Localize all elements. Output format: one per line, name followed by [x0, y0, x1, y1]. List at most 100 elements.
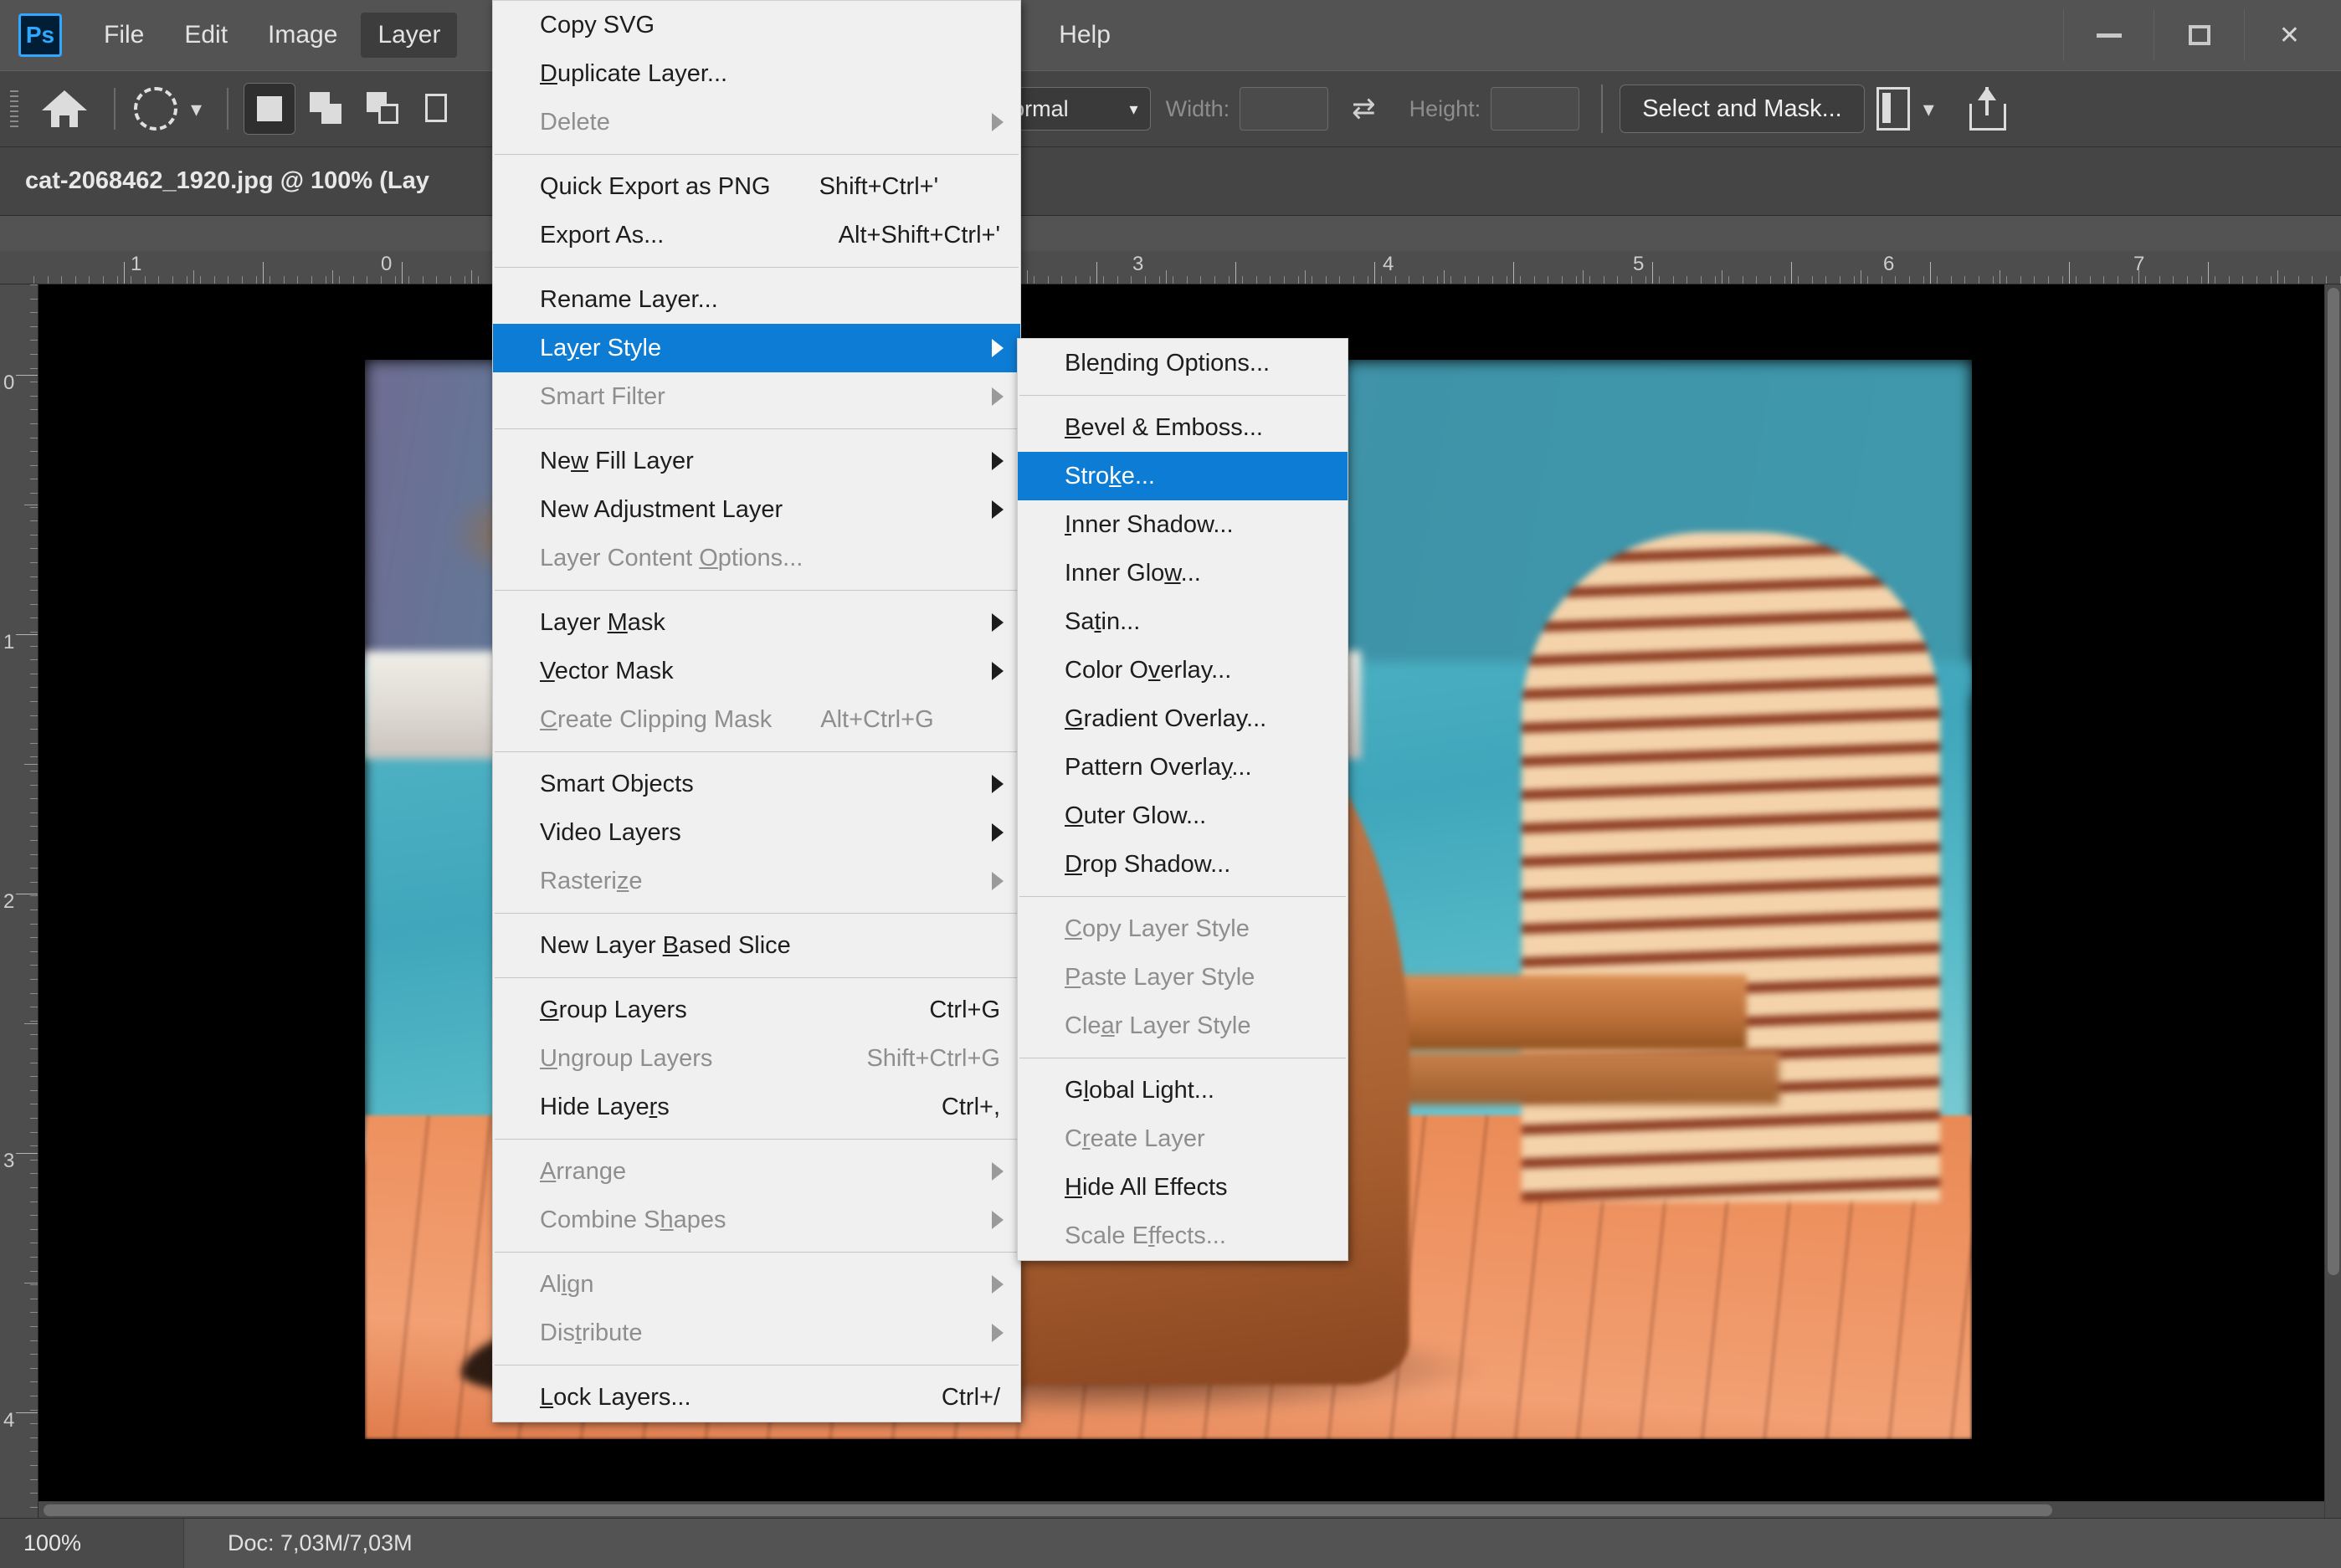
- menu-item-label: Hide Layers: [540, 1093, 670, 1120]
- add-to-selection-button[interactable]: [300, 83, 352, 135]
- ruler-tick: [1992, 276, 1994, 284]
- vertical-ruler[interactable]: 0 1 2 3 4: [0, 284, 39, 1518]
- layer-menu-item-lock-layers[interactable]: Lock Layers... Ctrl+/: [493, 1373, 1020, 1422]
- ruler-tick: [2131, 276, 2133, 284]
- minimize-button[interactable]: [2063, 9, 2154, 61]
- ruler-label: 0: [3, 372, 15, 394]
- layer-menu-item-new-adjustment-layer[interactable]: New Adjustment Layer: [493, 485, 1020, 534]
- select-and-mask-button[interactable]: Select and Mask...: [1620, 85, 1865, 133]
- subtract-from-selection-button[interactable]: [357, 83, 409, 135]
- mask-panel-icon[interactable]: [1876, 87, 1910, 131]
- layer-menu-item-rename-layer[interactable]: Rename Layer...: [493, 275, 1020, 324]
- layer-style-item-hide-all-effects[interactable]: Hide All Effects: [1018, 1163, 1348, 1212]
- new-selection-button[interactable]: [244, 83, 296, 135]
- horizontal-scrollbar-thumb[interactable]: [44, 1504, 2052, 1516]
- layer-style-item-color-overlay[interactable]: Color Overlay...: [1018, 646, 1348, 694]
- layer-menu-item-layer-mask[interactable]: Layer Mask: [493, 598, 1020, 647]
- layer-style-item-satin[interactable]: Satin...: [1018, 597, 1348, 646]
- ruler-tick: [30, 979, 38, 980]
- submenu-arrow-icon: [992, 387, 1004, 406]
- layer-menu-item-layer-style[interactable]: Layer Style: [493, 324, 1020, 372]
- ruler-tick: [172, 276, 173, 284]
- mask-chevron-down-icon[interactable]: ▾: [1923, 96, 1934, 122]
- ruler-tick: [30, 1423, 38, 1425]
- ruler-tick: [1297, 276, 1299, 284]
- layer-menu-item-group-layers[interactable]: Group Layers Ctrl+G: [493, 986, 1020, 1034]
- layer-menu-item-duplicate-layer[interactable]: Duplicate Layer...: [493, 49, 1020, 98]
- layer-menu-item-hide-layers[interactable]: Hide Layers Ctrl+,: [493, 1083, 1020, 1131]
- share-export-icon[interactable]: [1969, 87, 2006, 131]
- ruler-tick: [1436, 276, 1438, 284]
- layer-menu-item-copy-svg[interactable]: Copy SVG: [493, 1, 1020, 49]
- menu-file[interactable]: File: [87, 13, 161, 58]
- ruler-tick: [1200, 276, 1202, 284]
- horizontal-ruler[interactable]: 1 0 3 4 5 6 7: [0, 251, 2341, 284]
- submenu-arrow-icon: [992, 1162, 1004, 1181]
- ruler-tick: [30, 1493, 38, 1494]
- layer-style-item-inner-shadow[interactable]: Inner Shadow...: [1018, 500, 1348, 549]
- ruler-tick: [30, 895, 38, 897]
- menu-separator: [495, 154, 1019, 155]
- vertical-scrollbar-thumb[interactable]: [2328, 288, 2339, 1275]
- ruler-tick: [103, 276, 104, 284]
- menu-image[interactable]: Image: [251, 13, 354, 58]
- layer-style-item-bevel-emboss[interactable]: Bevel & Emboss...: [1018, 403, 1348, 452]
- home-icon[interactable]: [42, 89, 87, 129]
- menu-edit[interactable]: Edit: [167, 13, 244, 58]
- layer-style-item-blending-options[interactable]: Blending Options...: [1018, 339, 1348, 387]
- ruler-tick: [2061, 276, 2063, 284]
- layer-menu-item-video-layers[interactable]: Video Layers: [493, 808, 1020, 857]
- ruler-tick: [30, 701, 38, 702]
- menu-help[interactable]: Help: [1042, 13, 1127, 58]
- layer-style-item-pattern-overlay[interactable]: Pattern Overlay...: [1018, 743, 1348, 792]
- ruler-tick: [1575, 276, 1577, 284]
- menu-item-label: Quick Export as PNG: [540, 172, 771, 200]
- ruler-tick: [30, 451, 38, 453]
- document-tab-title[interactable]: cat-2068462_1920.jpg @ 100% (Lay: [25, 167, 429, 195]
- ruler-tick: [30, 840, 38, 841]
- elliptical-marquee-icon[interactable]: [134, 87, 177, 131]
- swap-dimensions-icon[interactable]: ⇄: [1352, 95, 1376, 123]
- menu-layer[interactable]: Layer: [361, 13, 458, 58]
- menu-item-label: Arrange: [540, 1157, 627, 1185]
- layer-menu-item-new-fill-layer[interactable]: New Fill Layer: [493, 437, 1020, 485]
- options-bar-grip[interactable]: [10, 90, 18, 127]
- tool-preset-chevron-down-icon[interactable]: ▾: [191, 96, 202, 122]
- width-input[interactable]: [1240, 87, 1329, 131]
- maximize-button[interactable]: [2154, 9, 2244, 61]
- ruler-tick: [30, 756, 38, 758]
- window-controls: ✕: [2063, 0, 2334, 70]
- ruler-tick-mid: [24, 764, 38, 765]
- ruler-tick: [30, 729, 38, 730]
- zoom-level-field[interactable]: 100%: [0, 1519, 184, 1568]
- horizontal-scrollbar[interactable]: [39, 1501, 2324, 1518]
- layer-style-item-stroke[interactable]: Stroke...: [1018, 452, 1348, 500]
- layer-style-item-drop-shadow[interactable]: Drop Shadow...: [1018, 840, 1348, 889]
- layer-menu-item-smart-objects[interactable]: Smart Objects: [493, 760, 1020, 808]
- layer-style-item-global-light[interactable]: Global Light...: [1018, 1066, 1348, 1115]
- layer-menu-popup[interactable]: Copy SVG Duplicate Layer... Delete Quick Ex…: [492, 0, 1021, 1422]
- ruler-tick: [30, 992, 38, 994]
- layer-menu-item-new-layer-based-slice[interactable]: New Layer Based Slice: [493, 921, 1020, 970]
- layer-style-item-outer-glow[interactable]: Outer Glow...: [1018, 792, 1348, 840]
- layer-menu-item-quick-export-as-png[interactable]: Quick Export as PNG Shift+Ctrl+': [493, 162, 1020, 211]
- ruler-tick: [30, 659, 38, 661]
- menu-separator: [495, 590, 1019, 591]
- intersect-with-selection-icon: [424, 92, 457, 126]
- vertical-scrollbar[interactable]: [2324, 284, 2341, 1518]
- menu-item-label: Satin...: [1065, 607, 1141, 635]
- intersect-with-selection-button[interactable]: [414, 83, 466, 135]
- height-input[interactable]: [1491, 87, 1580, 131]
- layer-style-item-inner-glow[interactable]: Inner Glow...: [1018, 549, 1348, 597]
- ruler-tick: [30, 576, 38, 577]
- menu-item-shortcut: Alt+Shift+Ctrl+': [838, 221, 1000, 249]
- ruler-tick: [242, 276, 243, 284]
- layer-menu-item-export-as[interactable]: Export As... Alt+Shift+Ctrl+': [493, 211, 1020, 259]
- layer-menu-item-vector-mask[interactable]: Vector Mask: [493, 647, 1020, 695]
- close-button[interactable]: ✕: [2244, 9, 2334, 61]
- ruler-tick: [436, 276, 438, 284]
- layer-style-submenu-popup[interactable]: Blending Options... Bevel & Emboss... Stro…: [1017, 338, 1348, 1261]
- menu-item-label: Inner Glow...: [1065, 559, 1201, 587]
- ruler-tick: [30, 1409, 38, 1411]
- layer-style-item-gradient-overlay[interactable]: Gradient Overlay...: [1018, 694, 1348, 743]
